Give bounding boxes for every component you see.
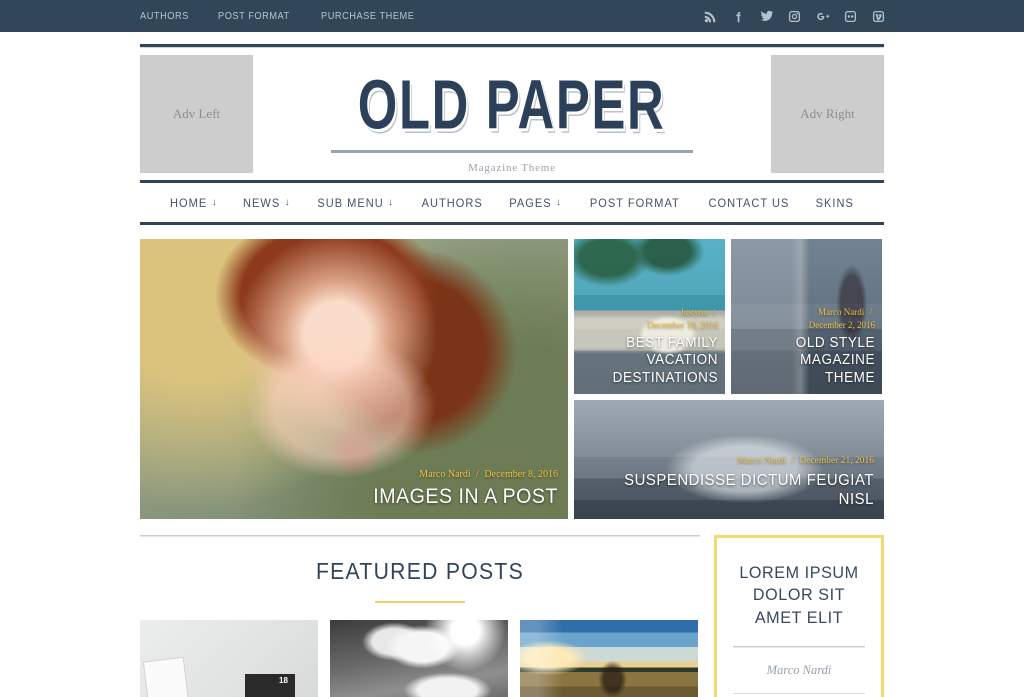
clouds-photo [330,620,508,697]
nav-item-home[interactable]: HOME ↓ [170,196,217,210]
twitter-icon[interactable] [759,9,774,24]
featured-thumb-sunset[interactable] [520,620,698,697]
featured-post-vacation[interactable]: Justyna / December 10, 2016 BEST FAMILY … [574,239,725,394]
quote-rule-top [733,646,865,649]
post-date: December 2, 2016 [808,319,875,330]
featured-caption: Marco Nardi / December 8, 2016 IMAGES IN… [140,460,568,519]
post-title[interactable]: SUSPENDISSE DICTUM FEUGIAT NISL [604,472,874,510]
instagram-icon[interactable] [787,9,802,24]
quote-rule-bottom [733,693,865,695]
site-tagline: Magazine Theme [468,161,556,174]
post-date: December 8, 2016 [484,468,558,480]
nav-item-contact-us[interactable]: CONTACT US [708,196,789,210]
meta-separator: / [476,468,479,480]
featured-thumbnail-row: 18 [140,620,700,697]
adv-left-banner[interactable]: Adv Left [140,55,253,173]
quote-widget: LOREM IPSUM DOLOR SIT AMET ELIT Marco Na… [714,535,884,697]
post-meta: Justyna / December 10, 2016 [581,306,718,332]
section-title: FEATURED POSTS [315,558,525,584]
featured-right-column: Justyna / December 10, 2016 BEST FAMILY … [574,239,884,519]
page-container: Adv Left OLD PAPER Magazine Theme Adv Ri… [140,44,884,697]
quote-author: Marco Nardi [766,663,832,678]
site-header: Adv Left OLD PAPER Magazine Theme Adv Ri… [140,48,884,180]
nav-item-authors[interactable]: AUTHORS [422,196,483,210]
nav-item-label: PAGES [509,195,552,210]
main-navigation: HOME ↓ NEWS ↓ SUB MENU ↓ AUTHORS PAGES ↓… [140,180,884,225]
post-meta: Marco Nardi / December 8, 2016 [150,468,558,483]
nav-item-skins[interactable]: SKINS [816,196,854,210]
top-bar: AUTHORS POST FORMAT PURCHASE THEME [0,0,1024,32]
google-plus-icon[interactable] [815,9,830,24]
notebook-photo: 18 [140,620,318,697]
post-author[interactable]: Justyna [680,307,707,317]
post-meta: Marco Nardi / December 2, 2016 [738,306,875,332]
nav-item-post-format[interactable]: POST FORMAT [590,196,680,210]
featured-small-row: Justyna / December 10, 2016 BEST FAMILY … [574,239,884,394]
post-author[interactable]: Marco Nardi [818,307,864,317]
featured-thumb-clouds[interactable] [330,620,508,697]
chevron-down-icon: ↓ [284,197,291,208]
featured-grid: Marco Nardi / December 8, 2016 IMAGES IN… [140,239,884,519]
adv-right-banner[interactable]: Adv Right [771,55,884,173]
chevron-down-icon: ↓ [211,197,218,208]
vimeo-icon[interactable] [871,9,886,24]
nav-item-label: AUTHORS [421,195,483,210]
calendar-badge: 18 [245,674,295,697]
nav-item-label: SKINS [816,195,855,210]
post-date: December 10, 2016 [647,319,718,330]
nav-item-label: POST FORMAT [589,195,680,210]
chevron-down-icon: ↓ [556,197,562,208]
social-links [703,0,886,32]
topbar-link-purchase-theme[interactable]: PURCHASE THEME [321,10,414,22]
topbar-link-authors[interactable]: AUTHORS [140,10,189,22]
nav-item-news[interactable]: NEWS ↓ [243,196,290,210]
nav-item-label: HOME [170,195,208,210]
lower-section: FEATURED POSTS 18 LOREM IPSUM DOLOR SIT … [140,535,884,697]
featured-caption: Marco Nardi / December 21, 2016 SUSPENDI… [574,447,884,519]
logo-block: OLD PAPER Magazine Theme [253,55,771,174]
post-meta: Marco Nardi / December 21, 2016 [584,455,874,469]
logo-rule [331,149,693,153]
nav-item-label: SUB MENU [317,195,384,210]
post-author[interactable]: Marco Nardi [419,469,470,480]
rss-icon[interactable] [703,9,718,24]
featured-post-suspendisse[interactable]: Marco Nardi / December 21, 2016 SUSPENDI… [574,400,884,519]
section-divider [140,535,700,537]
meta-separator: / [791,456,794,467]
nav-item-sub-menu[interactable]: SUB MENU ↓ [318,196,395,210]
nav-item-label: NEWS [243,195,281,210]
site-logo[interactable]: OLD PAPER [358,71,666,140]
calendar-badge-day: 18 [279,676,288,686]
topbar-link-post-format[interactable]: POST FORMAT [218,10,290,22]
featured-caption: Justyna / December 10, 2016 BEST FAMILY … [574,300,725,394]
nav-item-label: CONTACT US [708,195,790,210]
featured-posts-section: FEATURED POSTS 18 [140,535,700,697]
post-title[interactable]: OLD STYLE MAGAZINE THEME [748,335,875,387]
post-date: December 21, 2016 [799,456,874,467]
facebook-icon[interactable] [731,9,746,24]
featured-post-magazine-theme[interactable]: Marco Nardi / December 2, 2016 OLD STYLE… [731,239,882,394]
top-bar-menu: AUTHORS POST FORMAT PURCHASE THEME [140,10,427,22]
meta-separator: / [869,306,872,317]
flickr-icon[interactable] [843,9,858,24]
featured-thumb-notebook[interactable]: 18 [140,620,318,697]
meta-separator: / [712,306,715,317]
post-title[interactable]: BEST FAMILY VACATION DESTINATIONS [591,335,718,387]
sidebar: LOREM IPSUM DOLOR SIT AMET ELIT Marco Na… [714,535,884,697]
chevron-down-icon: ↓ [388,197,395,208]
featured-caption: Marco Nardi / December 2, 2016 OLD STYLE… [731,300,882,394]
quote-title: LOREM IPSUM DOLOR SIT AMET ELIT [739,563,859,627]
nav-item-pages[interactable]: PAGES ↓ [509,196,562,210]
sunset-landscape-photo [520,620,698,697]
post-author[interactable]: Marco Nardi [737,456,786,466]
post-title[interactable]: IMAGES IN A POST [179,485,558,510]
section-underline [375,601,465,603]
featured-post-large[interactable]: Marco Nardi / December 8, 2016 IMAGES IN… [140,239,568,519]
